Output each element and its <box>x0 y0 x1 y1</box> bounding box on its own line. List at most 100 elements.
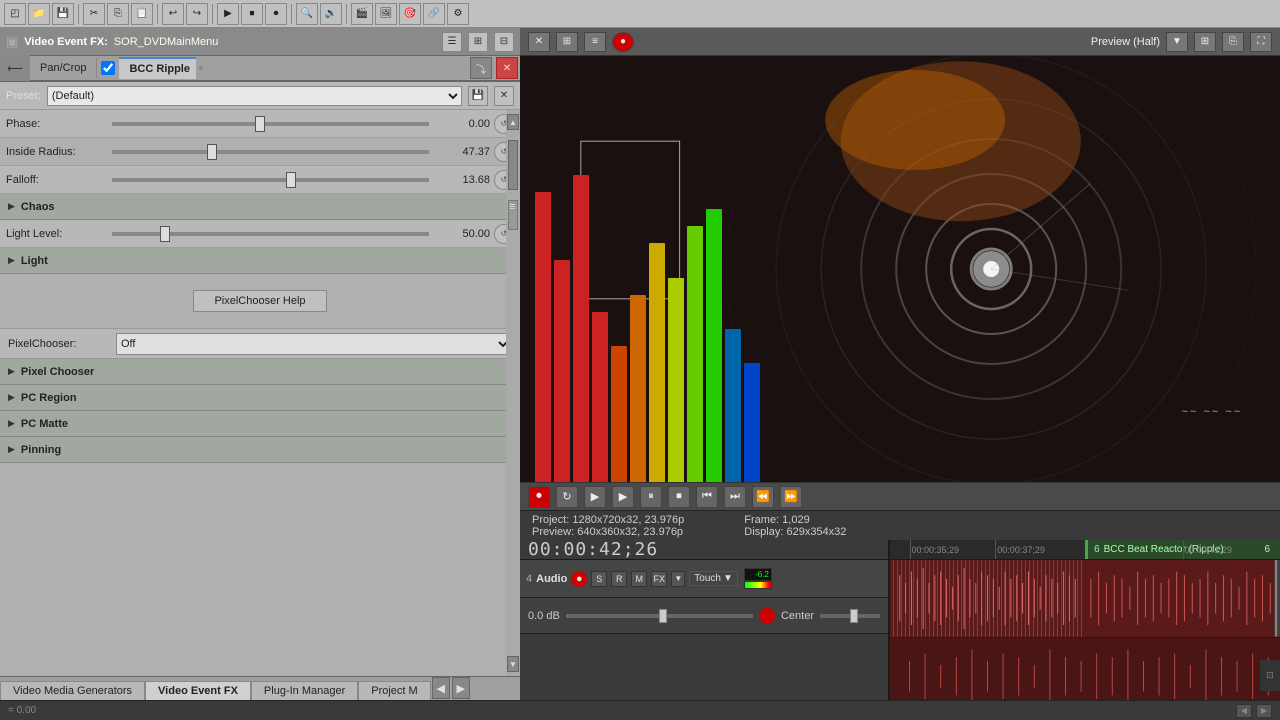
tab-bcc-ripple[interactable]: BCC Ripple <box>119 57 196 79</box>
pv-grid-btn[interactable]: ⊞ <box>1194 32 1216 52</box>
fx-tab-bar: ⟵ Pan/Crop BCC Ripple ● ⤵ ✕ <box>0 56 520 82</box>
prev-btn[interactable]: ⏮ <box>696 486 718 508</box>
preset-save-icon[interactable]: 💾 <box>468 86 488 106</box>
tb-btn-record[interactable]: ⏺ <box>265 3 287 25</box>
phase-slider-track <box>112 122 429 126</box>
pixelchooser-help-btn[interactable]: PixelChooser Help <box>193 290 326 312</box>
pan-slider[interactable] <box>820 614 880 618</box>
vu-bar <box>744 581 772 589</box>
pixelchooser-select[interactable]: Off On <box>116 333 512 355</box>
loop-btn[interactable]: ↻ <box>556 486 578 508</box>
fx-close-btn[interactable]: ✕ <box>496 57 518 79</box>
tab-scroll-left[interactable]: ◀ <box>432 677 450 699</box>
status-btn-2[interactable]: ▶ <box>1256 704 1272 718</box>
vol-pan-row: 0.0 dB Center <box>520 598 888 634</box>
pan-slider-thumb[interactable] <box>850 609 858 623</box>
preset-select[interactable]: (Default) <box>47 86 462 106</box>
vol-slider[interactable] <box>566 614 753 618</box>
tb-btn-paste[interactable]: 📋 <box>131 3 153 25</box>
mute-btn[interactable]: ● <box>571 571 587 587</box>
light-level-slider-thumb[interactable] <box>160 226 170 242</box>
tab-video-event-fx[interactable]: Video Event FX <box>145 681 251 700</box>
fx-left-btn[interactable]: ⟵ <box>0 55 30 81</box>
tb-btn-vol[interactable]: 🔊 <box>320 3 342 25</box>
tb-btn-cut[interactable]: ✂ <box>83 3 105 25</box>
pause-btn[interactable]: ⏸ <box>640 486 662 508</box>
pv-copy-btn[interactable]: ⎘ <box>1222 32 1244 52</box>
tb-btn-zoom[interactable]: 🔍 <box>296 3 318 25</box>
pv-ext-btn[interactable]: ⊞ <box>556 32 578 52</box>
tb-btn-save[interactable]: 💾 <box>52 3 74 25</box>
scroll-up-btn[interactable]: ▲ <box>507 114 519 130</box>
monitor-btn[interactable]: M <box>631 571 647 587</box>
pc-region-section[interactable]: ▶ PC Region <box>0 385 520 411</box>
chaos-section[interactable]: ▶ Chaos <box>0 194 520 220</box>
pc-matte-section[interactable]: ▶ PC Matte <box>0 411 520 437</box>
tb-btn-cam[interactable]: 🎬 <box>351 3 373 25</box>
next-btn[interactable]: ⏭ <box>724 486 746 508</box>
tb-btn-undo[interactable]: ↩ <box>162 3 184 25</box>
bottom-tabs: Video Media Generators Video Event FX Pl… <box>0 676 520 700</box>
vol-slider-thumb[interactable] <box>659 609 667 623</box>
rewind-btn[interactable]: ⏪ <box>752 486 774 508</box>
record-btn[interactable]: ⏺ <box>528 486 550 508</box>
bcc-ripple-dot: ● <box>198 63 204 74</box>
pv-circle-btn[interactable]: ● <box>612 32 634 52</box>
play-from-btn[interactable]: ▶ <box>612 486 634 508</box>
arm-btn[interactable]: R <box>611 571 627 587</box>
pixel-chooser-section[interactable]: ▶ Pixel Chooser <box>0 359 520 385</box>
pv-arrow-down-icon[interactable]: ▼ <box>1166 32 1188 52</box>
tb-sep-5 <box>346 4 347 24</box>
eq-bar <box>573 175 589 482</box>
tb-btn-target[interactable]: 🎯 <box>399 3 421 25</box>
inside-radius-slider-thumb[interactable] <box>207 144 217 160</box>
pv-fullscreen-btn[interactable]: ⛶ <box>1250 32 1272 52</box>
tb-sep-4 <box>291 4 292 24</box>
tb-btn-link[interactable]: 🔗 <box>423 3 445 25</box>
tab-scroll-right[interactable]: ▶ <box>452 677 470 699</box>
pc-region-label: PC Region <box>21 392 77 404</box>
scroll-thumb[interactable] <box>508 140 518 190</box>
fx-menu-icon[interactable]: ☰ <box>442 32 462 52</box>
tab-video-media-generators[interactable]: Video Media Generators <box>0 681 145 700</box>
solo-btn[interactable]: S <box>591 571 607 587</box>
pv-close-btn[interactable]: ✕ <box>528 32 550 52</box>
falloff-slider-thumb[interactable] <box>286 172 296 188</box>
chaos-triangle-icon: ▶ <box>8 201 15 212</box>
play-btn[interactable]: ▶ <box>584 486 606 508</box>
stop-btn[interactable]: ⏹ <box>668 486 690 508</box>
pinning-section[interactable]: ▶ Pinning <box>0 437 520 463</box>
tb-btn-new[interactable]: ◰ <box>4 3 26 25</box>
tb-btn-play[interactable]: ▶ <box>217 3 239 25</box>
phase-slider-thumb[interactable] <box>255 116 265 132</box>
fx-expand-icon[interactable]: ⊞ <box>468 32 488 52</box>
tb-btn-open[interactable]: 📁 <box>28 3 50 25</box>
inside-radius-value: 47.37 <box>435 146 490 158</box>
tab-plugin-manager[interactable]: Plug-In Manager <box>251 681 358 700</box>
tab-pan-crop[interactable]: Pan/Crop <box>30 58 97 78</box>
fx-grid-icon[interactable]: ⊟ <box>494 32 514 52</box>
touch-label: Touch <box>694 573 721 584</box>
bcc-ripple-checkbox[interactable] <box>101 61 115 75</box>
scroll-thumb-2[interactable]: ≡ <box>508 200 518 230</box>
fx-bypass-icon[interactable]: ⤵ <box>470 57 492 79</box>
light-section[interactable]: ▶ Light <box>0 248 520 274</box>
status-btn-1[interactable]: ◀ <box>1236 704 1252 718</box>
scroll-down-btn[interactable]: ▼ <box>507 656 519 672</box>
ff-btn[interactable]: ⏩ <box>780 486 802 508</box>
preset-close-icon[interactable]: ✕ <box>494 86 514 106</box>
tb-btn-img[interactable]: 🖼 <box>375 3 397 25</box>
pv-split-btn[interactable]: ≡ <box>584 32 606 52</box>
waveform-svg-1 <box>890 560 1085 637</box>
v-scrollbar[interactable]: ▲ ≡ ▼ <box>506 110 520 676</box>
fx-panel-icon[interactable]: ▣ <box>6 34 18 50</box>
touch-dropdown[interactable]: Touch ▼ <box>689 571 738 586</box>
tab-project-m[interactable]: Project M <box>358 681 430 700</box>
vol-record-btn[interactable] <box>759 608 775 624</box>
expand-btn[interactable]: ▼ <box>671 571 685 587</box>
effects-btn[interactable]: FX <box>651 571 667 587</box>
tb-btn-copy[interactable]: ⎘ <box>107 3 129 25</box>
tb-btn-redo[interactable]: ↪ <box>186 3 208 25</box>
tb-btn-stop[interactable]: ⏹ <box>241 3 263 25</box>
tb-btn-gear[interactable]: ⚙ <box>447 3 469 25</box>
